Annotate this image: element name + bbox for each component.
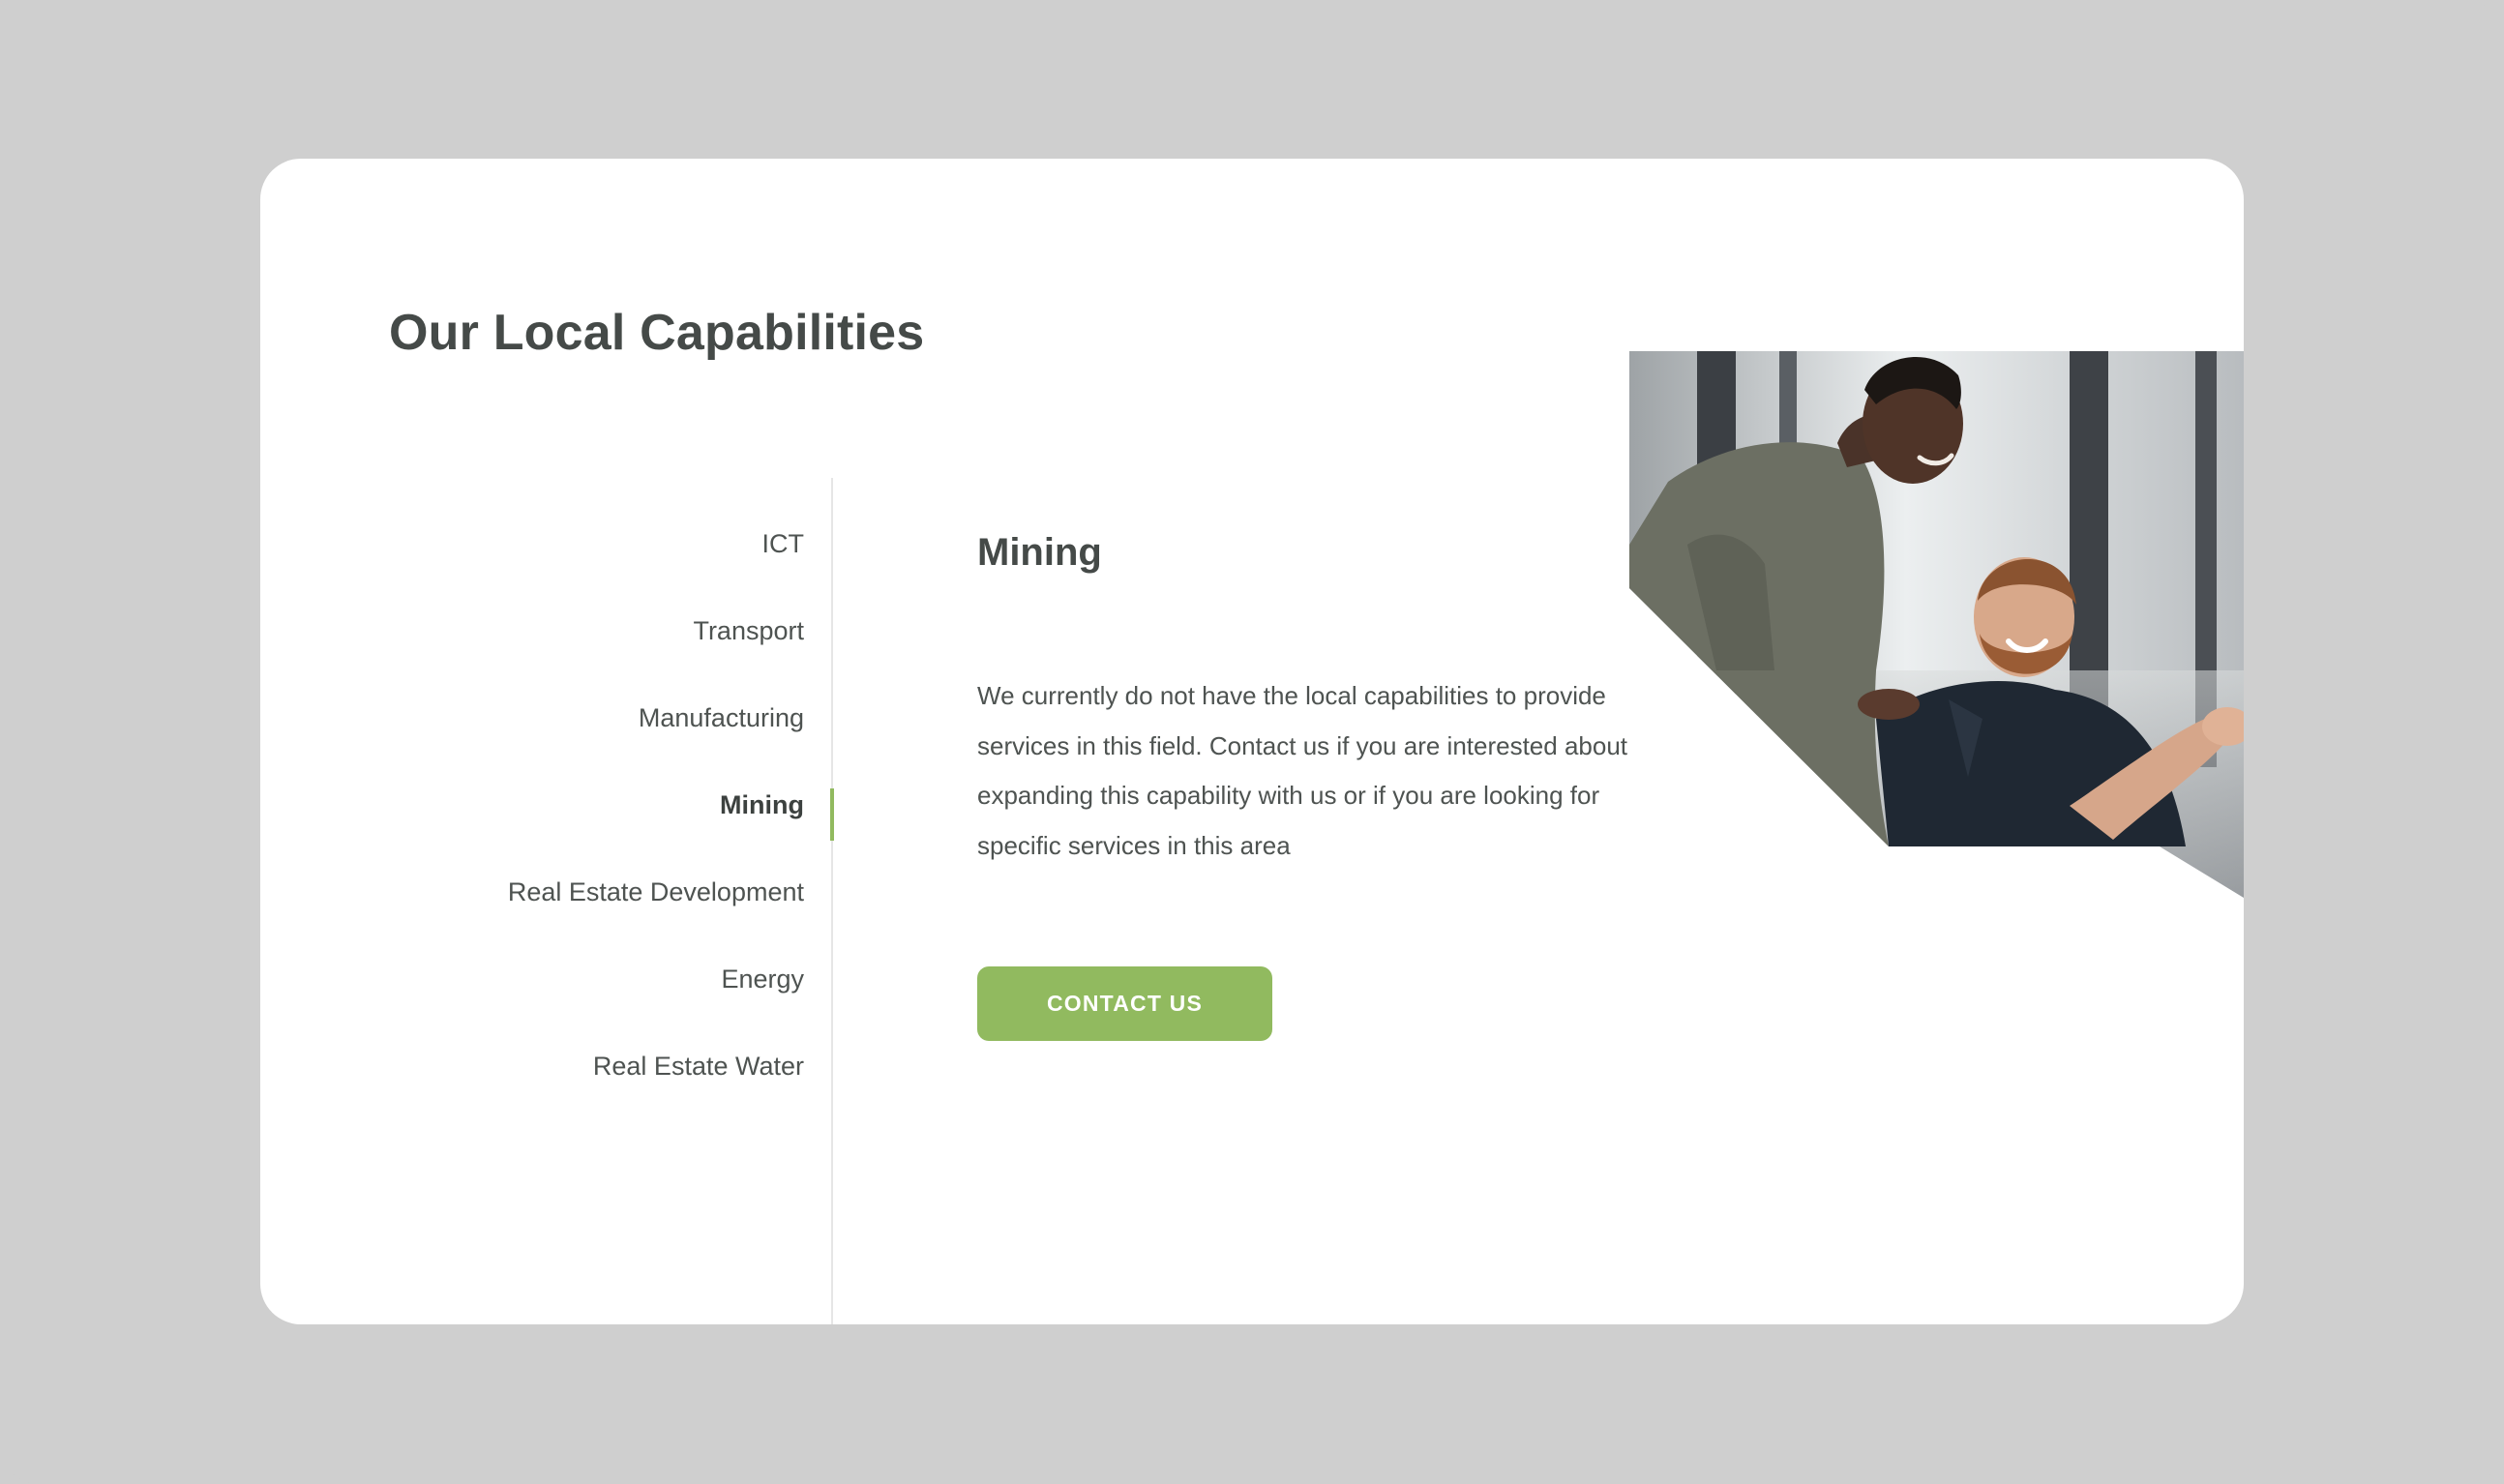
nav-item-mining[interactable]: Mining — [508, 792, 804, 879]
page-background: Our Local Capabilities ICT Transport Man… — [0, 0, 2504, 1484]
section-title: Mining — [977, 531, 1102, 574]
nav-item-manufacturing[interactable]: Manufacturing — [508, 705, 804, 792]
nav-item-ict[interactable]: ICT — [508, 531, 805, 618]
nav-item-energy[interactable]: Energy — [508, 966, 804, 1054]
contact-us-button[interactable]: CONTACT US — [977, 966, 1272, 1041]
nav-item-real-estate-development[interactable]: Real Estate Development — [508, 879, 804, 966]
nav-item-transport[interactable]: Transport — [508, 618, 804, 705]
capabilities-nav: ICT Transport Manufacturing Mining Real … — [508, 531, 804, 1141]
capabilities-card: Our Local Capabilities ICT Transport Man… — [260, 159, 2244, 1324]
page-title: Our Local Capabilities — [389, 305, 925, 361]
section-description: We currently do not have the local capab… — [977, 681, 1628, 860]
nav-item-real-estate-water[interactable]: Real Estate Water — [508, 1054, 804, 1141]
active-nav-indicator — [830, 788, 834, 841]
nav-divider — [831, 478, 833, 1324]
two-men-smiling-photo — [1629, 351, 2244, 898]
